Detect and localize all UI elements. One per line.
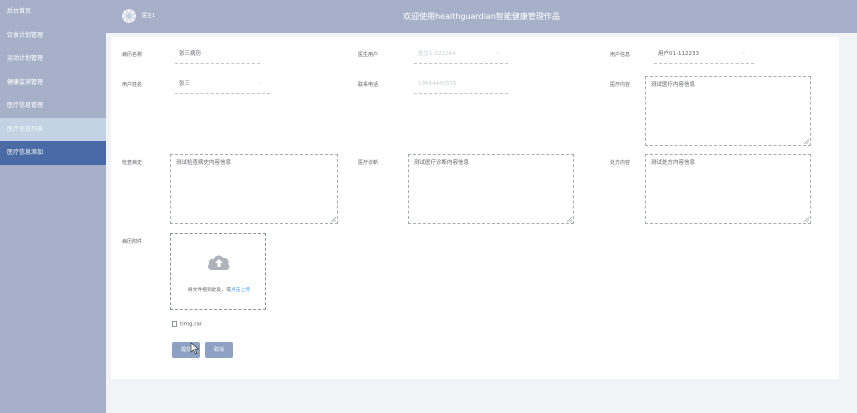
chevron-down-icon[interactable]: ⌵ bbox=[259, 80, 263, 86]
sidebar-item-medical-list[interactable]: 医疗信息列表 bbox=[0, 117, 106, 141]
resize-handle-icon[interactable] bbox=[330, 216, 336, 222]
sidebar-item-health-monitor[interactable]: 健康监测管理 bbox=[0, 71, 106, 95]
header: 医生1 欢迎使用healthguardian智能健康管理作品 bbox=[106, 0, 857, 33]
upload-link[interactable]: 点击上传 bbox=[231, 288, 250, 293]
attachment-label: 病历附件 bbox=[122, 239, 143, 245]
medical-content-text: 测试医疗内容信息 bbox=[651, 82, 696, 88]
doctor-user-select[interactable]: 医生1-222244 bbox=[414, 48, 508, 64]
diagnosis-text: 测试医疗诊断内容信息 bbox=[414, 160, 470, 166]
upload-dropzone[interactable]: 将文件拖到此处，或点击上传 bbox=[170, 233, 266, 310]
resize-handle-icon[interactable] bbox=[803, 216, 809, 222]
upload-hint-text: 将文件拖到此处，或 bbox=[187, 288, 231, 293]
doctor-user-label: 医生用户 bbox=[358, 52, 379, 58]
user-name-label: 用户姓名 bbox=[122, 82, 143, 88]
sidebar-item-diet-plan[interactable]: 饮食计划管理 bbox=[0, 24, 106, 48]
user-info-label: 用户信息 bbox=[610, 52, 631, 58]
medical-content-label: 医疗内容 bbox=[610, 82, 631, 88]
user-info-select[interactable]: 用户01-112233 bbox=[654, 48, 754, 64]
sidebar: 后台首页 饮食计划管理 运动计划管理 健康监测管理 医疗信息管理 医疗信息列表 … bbox=[0, 0, 106, 413]
cloud-upload-icon bbox=[208, 255, 230, 270]
mouse-cursor-icon bbox=[190, 342, 200, 355]
sidebar-item-medical-add[interactable]: 医疗信息添加 bbox=[0, 141, 106, 165]
symptom-text: 测试检查病史内容信息 bbox=[176, 160, 232, 166]
chevron-down-icon[interactable]: ⌵ bbox=[496, 50, 500, 56]
uploaded-file[interactable]: timg.rar bbox=[172, 321, 202, 328]
chevron-down-icon[interactable]: ⌵ bbox=[741, 50, 745, 56]
prescription-text: 测试处方内容信息 bbox=[651, 160, 696, 166]
symptom-label: 检查病史 bbox=[122, 160, 143, 166]
diagnosis-textarea[interactable]: 测试医疗诊断内容信息 bbox=[408, 154, 574, 224]
record-name-input[interactable]: 张三病历 bbox=[175, 48, 260, 64]
upload-hint: 将文件拖到此处，或点击上传 bbox=[171, 286, 267, 293]
symptom-textarea[interactable]: 测试检查病史内容信息 bbox=[170, 154, 338, 224]
phone-label: 联系电话 bbox=[358, 82, 379, 88]
document-icon bbox=[172, 321, 177, 327]
uploaded-file-name: timg.rar bbox=[180, 321, 203, 328]
diagnosis-label: 医疗诊断 bbox=[358, 160, 379, 166]
resize-handle-icon[interactable] bbox=[566, 216, 572, 222]
sidebar-item-home[interactable]: 后台首页 bbox=[0, 0, 106, 24]
prescription-label: 处方内容 bbox=[610, 160, 631, 166]
user-name-select[interactable]: 张三 bbox=[175, 78, 270, 94]
page-title: 欢迎使用healthguardian智能健康管理作品 bbox=[403, 12, 560, 21]
phone-input[interactable]: 19644445555 bbox=[414, 78, 508, 94]
cancel-button[interactable]: 取消 bbox=[205, 342, 233, 358]
record-name-label: 病历名称 bbox=[122, 52, 143, 58]
medical-content-textarea[interactable]: 测试医疗内容信息 bbox=[645, 76, 811, 146]
prescription-textarea[interactable]: 测试处方内容信息 bbox=[645, 154, 811, 224]
sidebar-item-exercise-plan[interactable]: 运动计划管理 bbox=[0, 47, 106, 71]
sidebar-item-medical-info[interactable]: 医疗信息管理 bbox=[0, 94, 106, 118]
resize-handle-icon[interactable] bbox=[803, 138, 809, 144]
